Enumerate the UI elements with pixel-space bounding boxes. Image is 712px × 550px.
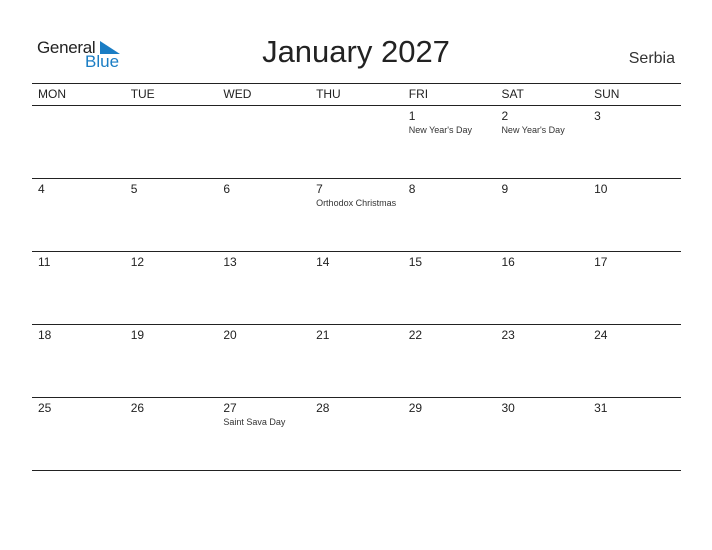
day-number: 27 xyxy=(223,401,237,415)
day-number: 9 xyxy=(501,182,509,196)
day-number: 19 xyxy=(130,328,145,342)
day-number: 3 xyxy=(594,109,601,123)
weekday-label: TUE xyxy=(130,87,155,101)
day-number: 14 xyxy=(316,255,330,269)
day-number: 30 xyxy=(501,401,515,415)
week-row: 4 5 6 7 Orthodox Christmas 8 9 10 xyxy=(32,179,681,252)
holiday-label: New Year's Day xyxy=(501,125,565,135)
day-cell: 18 xyxy=(32,325,125,397)
day-cell: 24 xyxy=(588,325,681,397)
day-number: 29 xyxy=(408,401,423,415)
day-number: 8 xyxy=(408,182,416,196)
day-number: 23 xyxy=(501,328,515,342)
day-cell: 26 xyxy=(125,398,218,470)
day-cell xyxy=(217,106,310,178)
day-cell: 27 Saint Sava Day xyxy=(217,398,310,470)
weekday-label: SAT xyxy=(501,87,524,101)
weekday-label: MON xyxy=(38,87,66,101)
day-number: 15 xyxy=(408,255,423,269)
day-number: 20 xyxy=(223,328,237,342)
weekday-label: FRI xyxy=(408,87,429,101)
day-cell: 13 xyxy=(217,252,310,324)
day-cell: 28 xyxy=(310,398,403,470)
day-number: 28 xyxy=(316,401,330,415)
week-row: 1 New Year's Day 2 New Year's Day 3 xyxy=(32,106,681,179)
day-cell: 10 xyxy=(588,179,681,251)
day-cell: 22 xyxy=(403,325,496,397)
day-number: 2 xyxy=(501,109,509,123)
day-number: 7 xyxy=(316,182,323,196)
holiday-label: Saint Sava Day xyxy=(223,417,286,427)
day-number: 12 xyxy=(130,255,145,269)
week-row: 11 12 13 14 15 16 17 xyxy=(32,252,681,325)
weekday-label: THU xyxy=(316,87,341,101)
country-label: Serbia xyxy=(628,50,675,67)
day-cell: 16 xyxy=(495,252,588,324)
week-row: 18 19 20 21 22 23 24 xyxy=(32,325,681,398)
day-cell: 31 xyxy=(588,398,681,470)
day-number: 4 xyxy=(38,182,45,196)
day-cell: 6 xyxy=(217,179,310,251)
day-cell: 1 New Year's Day xyxy=(403,106,496,178)
day-cell: 20 xyxy=(217,325,310,397)
day-cell: 8 xyxy=(403,179,496,251)
day-cell: 21 xyxy=(310,325,403,397)
holiday-label: New Year's Day xyxy=(408,125,473,135)
day-cell: 12 xyxy=(125,252,218,324)
day-cell: 9 xyxy=(495,179,588,251)
day-number: 5 xyxy=(130,182,138,196)
day-cell: 7 Orthodox Christmas xyxy=(310,179,403,251)
day-cell: 17 xyxy=(588,252,681,324)
calendar-grid: MON TUE WED THU FRI SAT SUN 1 New Year's … xyxy=(32,83,681,471)
day-number: 10 xyxy=(594,182,608,196)
day-cell: 30 xyxy=(495,398,588,470)
day-cell: 3 xyxy=(588,106,681,178)
weekday-label: WED xyxy=(223,87,252,101)
day-number: 13 xyxy=(223,255,237,269)
day-cell: 14 xyxy=(310,252,403,324)
day-number: 31 xyxy=(594,401,608,415)
day-cell: 11 xyxy=(32,252,125,324)
week-row: 25 26 27 Saint Sava Day 28 29 30 31 xyxy=(32,398,681,471)
day-number: 17 xyxy=(594,255,608,269)
day-cell: 15 xyxy=(403,252,496,324)
day-cell: 25 xyxy=(32,398,125,470)
weekday-header: MON TUE WED THU FRI SAT SUN xyxy=(32,83,681,106)
day-cell: 4 xyxy=(32,179,125,251)
day-number: 1 xyxy=(408,109,416,123)
day-number: 24 xyxy=(594,328,608,342)
day-number: 11 xyxy=(38,255,51,269)
day-cell xyxy=(310,106,403,178)
day-number: 6 xyxy=(223,182,231,196)
day-number: 25 xyxy=(38,401,52,415)
weekday-label: SUN xyxy=(594,87,620,101)
day-cell: 19 xyxy=(125,325,218,397)
holiday-label: Orthodox Christmas xyxy=(316,198,397,208)
day-cell: 5 xyxy=(125,179,218,251)
day-number: 18 xyxy=(38,328,52,342)
day-cell: 2 New Year's Day xyxy=(495,106,588,178)
day-cell: 29 xyxy=(403,398,496,470)
day-number: 21 xyxy=(316,328,330,342)
day-number: 22 xyxy=(408,328,423,342)
day-cell: 23 xyxy=(495,325,588,397)
day-number: 26 xyxy=(130,401,145,415)
day-cell xyxy=(125,106,218,178)
day-number: 16 xyxy=(501,255,515,269)
calendar-title: January 2027 xyxy=(262,34,450,69)
day-cell xyxy=(32,106,125,178)
